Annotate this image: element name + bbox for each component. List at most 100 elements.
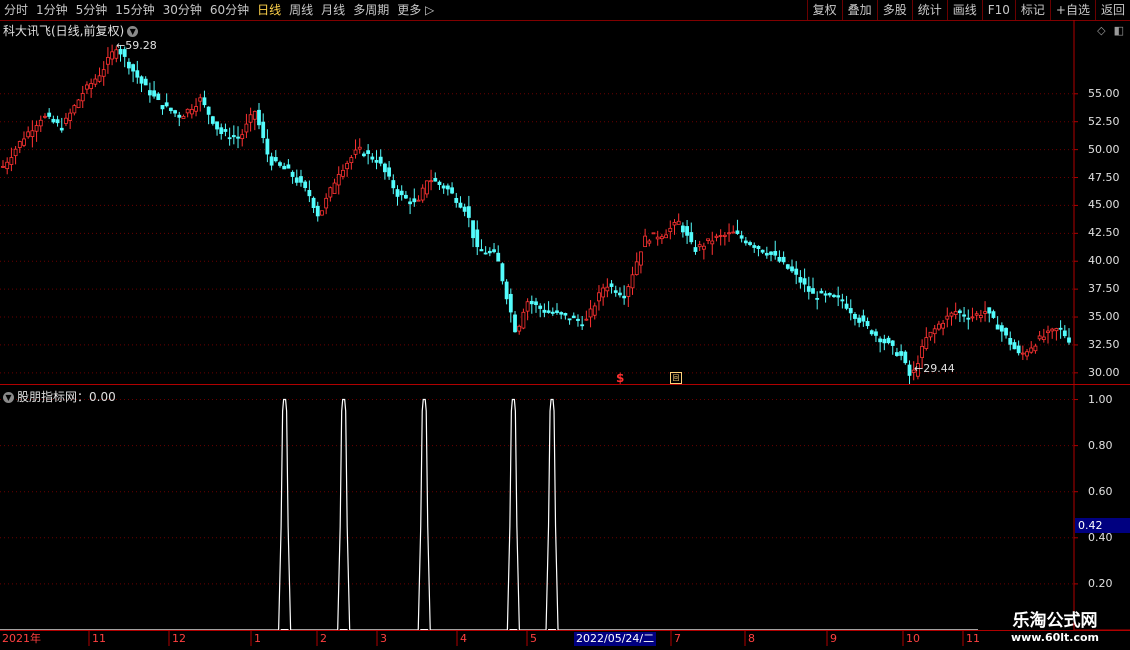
candle-body-241 bbox=[1012, 342, 1017, 350]
candle-body-10 bbox=[43, 115, 47, 118]
diamond-icon[interactable]: ◇ bbox=[1097, 24, 1105, 37]
candle-body-62 bbox=[261, 121, 266, 139]
candle-body-44 bbox=[185, 108, 190, 114]
indicator-tick-label-2: 0.60 bbox=[1088, 484, 1113, 498]
candle-body-175 bbox=[735, 230, 740, 234]
candle-body-100 bbox=[420, 187, 425, 201]
candle-body-133 bbox=[559, 312, 564, 315]
candle-body-24 bbox=[101, 69, 106, 77]
candle-body-199 bbox=[836, 295, 841, 298]
candle-body-20 bbox=[85, 84, 89, 90]
indicator-title-text: 股朋指标网：0.00 bbox=[17, 390, 116, 404]
candle-body-22 bbox=[93, 78, 98, 85]
candle-body-197 bbox=[827, 293, 832, 296]
candle-body-13 bbox=[55, 119, 60, 124]
candle-body-92 bbox=[387, 167, 392, 177]
candle-body-234 bbox=[983, 311, 987, 314]
candle-body-244 bbox=[1025, 351, 1029, 357]
candle-body-141 bbox=[592, 305, 597, 316]
chart-canvas[interactable] bbox=[0, 0, 1130, 650]
candle-body-56 bbox=[236, 136, 240, 139]
candle-body-167 bbox=[701, 245, 706, 250]
candle-body-222 bbox=[932, 328, 937, 335]
candle-body-221 bbox=[928, 331, 933, 338]
candle-body-189 bbox=[794, 268, 799, 275]
candle-body-32 bbox=[135, 70, 140, 78]
date-label-6: 4 bbox=[460, 632, 467, 645]
candle-body-41 bbox=[173, 110, 177, 114]
event-marker-icon[interactable]: 回 bbox=[670, 372, 682, 384]
candle-body-53 bbox=[223, 129, 228, 132]
candle-body-93 bbox=[391, 180, 396, 189]
candle-body-88 bbox=[370, 156, 375, 160]
candle-body-247 bbox=[1037, 335, 1042, 340]
candle-body-58 bbox=[244, 123, 249, 133]
candle-body-117 bbox=[492, 249, 496, 253]
candle-body-228 bbox=[957, 310, 962, 314]
candle-body-210 bbox=[882, 338, 887, 344]
candle-body-160 bbox=[672, 222, 677, 226]
candle-body-166 bbox=[697, 244, 702, 248]
panel-toggle-icon[interactable]: ◧ bbox=[1114, 24, 1124, 37]
candle-body-238 bbox=[999, 325, 1004, 332]
candle-body-77 bbox=[324, 197, 329, 209]
candle-body-39 bbox=[164, 102, 169, 107]
candle-body-147 bbox=[618, 292, 622, 296]
candle-body-81 bbox=[341, 169, 345, 177]
candle-body-45 bbox=[189, 109, 194, 115]
candle-body-149 bbox=[626, 286, 631, 297]
candle-body-180 bbox=[756, 245, 761, 250]
indicator-title[interactable]: ▼ 股朋指标网：0.00 bbox=[3, 388, 116, 405]
signal-marker[interactable]: $ bbox=[616, 371, 624, 385]
candle-body-240 bbox=[1008, 338, 1013, 345]
candle-body-127 bbox=[534, 301, 538, 306]
date-label-7: 5 bbox=[530, 632, 537, 645]
watermark-title: 乐淘公式网 bbox=[1012, 611, 1098, 631]
candle-body-208 bbox=[874, 331, 878, 336]
candle-body-80 bbox=[336, 174, 341, 186]
candle-body-63 bbox=[265, 138, 270, 155]
candle-body-115 bbox=[483, 252, 488, 255]
candle-body-64 bbox=[269, 156, 274, 166]
candle-body-1 bbox=[5, 161, 10, 170]
candle-body-187 bbox=[785, 264, 790, 269]
candle-body-111 bbox=[466, 206, 471, 218]
candle-body-145 bbox=[609, 283, 614, 287]
candle-body-68 bbox=[286, 164, 291, 169]
candle-body-172 bbox=[722, 234, 727, 237]
low-price-label: ←29.44 bbox=[914, 362, 955, 375]
candle-body-51 bbox=[215, 121, 219, 130]
price-tick-label-9: 32.50 bbox=[1088, 337, 1120, 351]
candle-body-54 bbox=[227, 137, 232, 140]
candlestick-series bbox=[1, 44, 1071, 385]
candle-body-168 bbox=[706, 238, 710, 241]
candle-body-16 bbox=[68, 112, 73, 121]
candle-body-108 bbox=[454, 198, 459, 203]
price-tick-label-10: 30.00 bbox=[1088, 365, 1120, 379]
candle-body-152 bbox=[639, 251, 643, 266]
candle-body-139 bbox=[584, 318, 589, 321]
candle-body-171 bbox=[718, 235, 723, 237]
candle-body-183 bbox=[769, 251, 773, 255]
cursor-date: 2022/05/24/二 bbox=[574, 632, 657, 646]
candle-body-15 bbox=[64, 117, 68, 124]
candle-body-137 bbox=[576, 318, 580, 321]
indicator-pulse-2 bbox=[417, 398, 431, 631]
candle-body-212 bbox=[890, 340, 895, 346]
indicator-pulse-4 bbox=[545, 398, 559, 631]
candle-body-205 bbox=[861, 315, 866, 322]
candle-body-134 bbox=[563, 313, 568, 316]
chevron-down-icon[interactable]: ▼ bbox=[3, 392, 14, 403]
candle-body-114 bbox=[479, 249, 484, 252]
candle-body-182 bbox=[764, 252, 769, 256]
candle-body-252 bbox=[1058, 327, 1063, 330]
candle-body-69 bbox=[290, 171, 295, 177]
candle-body-185 bbox=[777, 257, 782, 262]
chevron-down-icon[interactable]: ▼ bbox=[127, 26, 139, 37]
candle-body-47 bbox=[198, 97, 203, 102]
stock-title[interactable]: 科大讯飞(日线,前复权) ▼ bbox=[3, 22, 139, 39]
candle-body-188 bbox=[790, 266, 794, 272]
candle-body-129 bbox=[542, 309, 547, 313]
date-label-12: 11 bbox=[966, 632, 980, 645]
indicator-tick-label-4: 0.20 bbox=[1088, 576, 1113, 590]
